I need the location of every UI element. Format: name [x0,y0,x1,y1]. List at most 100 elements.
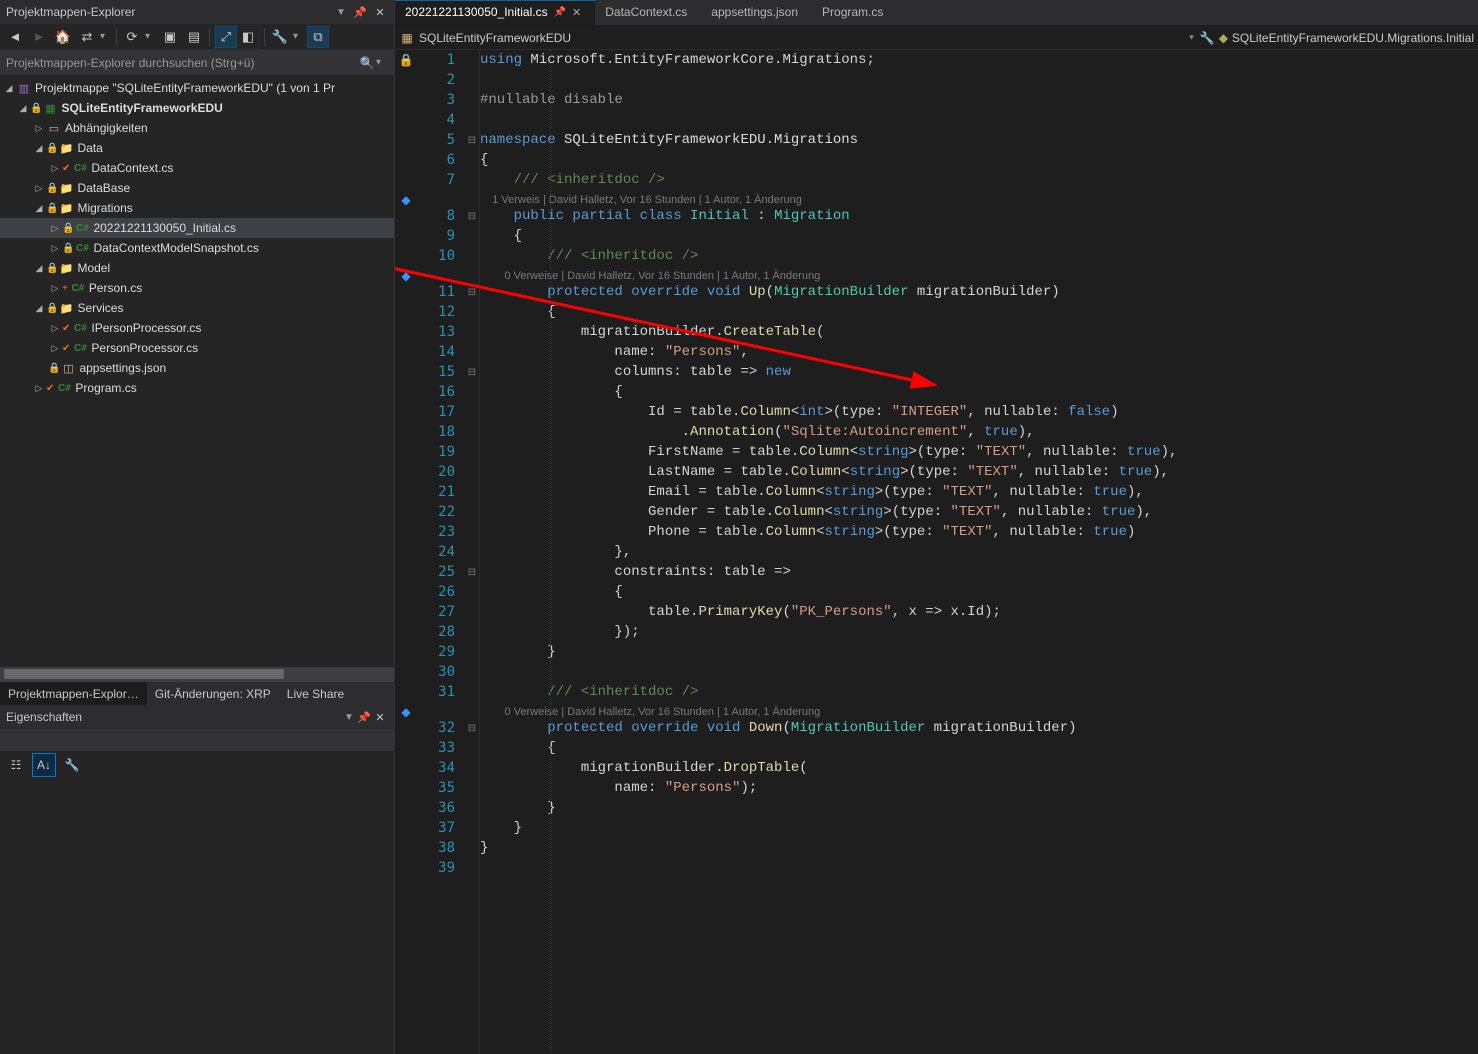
folder-data-node[interactable]: ◢ 🔒 📁 Data [0,138,394,158]
expand-icon[interactable]: ▷ [48,323,62,334]
folder-services-node[interactable]: ◢ 🔒 📁 Services [0,298,394,318]
reference-margin-icon[interactable]: ◆ [395,266,417,286]
collapse-all-icon[interactable]: ▣ [159,26,181,48]
codelens[interactable]: 1 Verweis | David Halletz, Vor 16 Stunde… [480,190,1478,206]
show-all-files-icon[interactable]: ▤ [183,26,205,48]
class-icon: ◆ [1219,31,1228,45]
csharp-file-icon: C# [56,380,72,396]
tab-label: appsettings.json [711,5,798,19]
tab-program[interactable]: Program.cs [812,0,897,25]
expand-icon[interactable]: ▷ [48,243,62,254]
switch-views-icon[interactable]: ⇄ [76,26,98,48]
close-icon[interactable]: ✕ [572,6,581,19]
search-dropdown-icon[interactable]: ▾ [376,57,388,68]
plus-icon: + [62,283,70,294]
expand-icon[interactable]: ▷ [48,223,62,234]
pin-icon[interactable]: 📌 [356,709,372,725]
csharp-file-icon: C# [70,280,86,296]
csharp-file-icon: C# [74,240,90,256]
code-editor[interactable]: 🔒 ◆ ◆ ◆ 12345678910111213141516171819202… [395,50,1478,1054]
expand-icon[interactable]: ◢ [32,263,46,274]
search-placeholder: Projektmappen-Explorer durchsuchen (Strg… [6,56,358,70]
nav-right[interactable]: 🔧 ◆ SQLiteEntityFrameworkEDU.Migrations.… [1200,31,1474,45]
expand-icon[interactable]: ◢ [32,303,46,314]
lock-icon: 🔒 [62,243,74,254]
window-position-icon[interactable]: ▼ [336,7,348,18]
expand-icon[interactable]: ▷ [32,183,46,194]
expand-icon[interactable]: ▷ [32,383,46,394]
csharp-project-icon: ▦ [42,100,58,116]
file-ipersonproc-node[interactable]: ▷ ✔ C# IPersonProcessor.cs [0,318,394,338]
properties-object-selector[interactable] [0,729,394,751]
code-area[interactable]: using Microsoft.EntityFrameworkCore.Migr… [479,50,1478,1054]
checkmark-icon: ✔ [62,323,72,334]
dropdown-icon[interactable]: ▾ [1183,32,1200,43]
lock-icon: 🔒 [46,143,58,154]
tab-git-changes[interactable]: Git-Änderungen: XRP [147,682,279,705]
tab-live-share[interactable]: Live Share [279,682,352,705]
file-snapshot-node[interactable]: ▷ 🔒 C# DataContextModelSnapshot.cs [0,238,394,258]
editor-tabbar: 20221221130050_Initial.cs 📌 ✕ DataContex… [395,0,1478,26]
view-dropdown-icon[interactable]: ▾ [100,31,112,42]
refresh-icon[interactable]: ⟳ [121,26,143,48]
horizontal-scrollbar[interactable] [0,667,394,681]
property-pages-icon[interactable]: 🔧 [60,753,84,777]
file-person-node[interactable]: ▷ + C# Person.cs [0,278,394,298]
folder-model-node[interactable]: ◢ 🔒 📁 Model [0,258,394,278]
expand-icon[interactable]: ◢ [32,203,46,214]
filter-icon[interactable]: ⧉ [307,26,329,48]
properties-header: Eigenschaften ▼ 📌 ✕ [0,705,394,729]
categorized-icon[interactable]: ☷ [4,753,28,777]
tab-solution-explorer[interactable]: Projektmappen-Explor… [0,682,147,705]
alphabetical-icon[interactable]: A↓ [32,753,56,777]
pin-icon[interactable]: 📌 [554,7,566,18]
properties-icon[interactable]: 🔧 [269,26,291,48]
home-icon[interactable]: 🏠 [52,26,74,48]
window-position-icon[interactable]: ▼ [344,712,356,723]
close-icon[interactable]: ✕ [372,4,388,20]
scrollbar-thumb[interactable] [4,669,284,679]
expand-icon[interactable]: ▷ [32,123,46,134]
forward-icon[interactable]: ► [28,26,50,48]
solution-node[interactable]: ◢ ▥ Projektmappe "SQLiteEntityFrameworkE… [0,78,394,98]
expand-icon[interactable]: ▷ [48,163,62,174]
folder-database-node[interactable]: ▷ 🔒 📁 DataBase [0,178,394,198]
back-icon[interactable]: ◄ [4,26,26,48]
file-initial-node[interactable]: ▷ 🔒 C# 20221221130050_Initial.cs [0,218,394,238]
tab-datacontext[interactable]: DataContext.cs [595,0,701,25]
reference-margin-icon[interactable]: ◆ [395,702,417,722]
lock-icon: 🔒 [46,203,58,214]
preview-icon[interactable]: ◧ [237,26,259,48]
folder-migrations-node[interactable]: ◢ 🔒 📁 Migrations [0,198,394,218]
dependencies-icon: ▭ [46,120,62,136]
expand-icon[interactable]: ◢ [2,83,16,94]
file-appsettings-node[interactable]: 🔒 ◫ appsettings.json [0,358,394,378]
expand-icon[interactable]: ▷ [48,283,62,294]
expand-icon[interactable]: ▷ [48,343,62,354]
dependencies-node[interactable]: ▷ ▭ Abhängigkeiten [0,118,394,138]
panel-title: Projektmappen-Explorer [6,5,135,19]
file-datacontext-node[interactable]: ▷ ✔ C# DataContext.cs [0,158,394,178]
file-program-node[interactable]: ▷ ✔ C# Program.cs [0,378,394,398]
codelens[interactable]: 0 Verweise | David Halletz, Vor 16 Stund… [480,266,1478,282]
tab-appsettings[interactable]: appsettings.json [701,0,812,25]
folder-icon: 📁 [58,200,74,216]
search-icon[interactable]: 🔍 [358,56,376,70]
pin-icon[interactable]: 📌 [352,4,368,20]
properties-dropdown-icon[interactable]: ▾ [293,31,305,42]
lock-icon: 🔒 [48,363,60,374]
sync-active-doc-icon[interactable]: ⤢ [215,26,237,48]
explorer-toolbar: ◄ ► 🏠 ⇄ ▾ ⟳ ▾ ▣ ▤ ⤢ ◧ 🔧 ▾ ⧉ [0,24,394,50]
expand-icon[interactable]: ◢ [32,143,46,154]
tab-initial[interactable]: 20221221130050_Initial.cs 📌 ✕ [395,0,595,25]
expand-icon[interactable]: ◢ [16,103,30,114]
codelens[interactable]: 0 Verweise | David Halletz, Vor 16 Stund… [480,702,1478,718]
nav-left[interactable]: ▦ SQLiteEntityFrameworkEDU [399,31,1183,45]
close-icon[interactable]: ✕ [372,709,388,725]
explorer-search[interactable]: Projektmappen-Explorer durchsuchen (Strg… [0,50,394,76]
file-personproc-node[interactable]: ▷ ✔ C# PersonProcessor.cs [0,338,394,358]
project-node[interactable]: ◢ 🔒 ▦ SQLiteEntityFrameworkEDU [0,98,394,118]
reference-margin-icon[interactable]: ◆ [395,190,417,210]
refresh-dropdown-icon[interactable]: ▾ [145,31,157,42]
tab-label: DataContext.cs [605,5,687,19]
